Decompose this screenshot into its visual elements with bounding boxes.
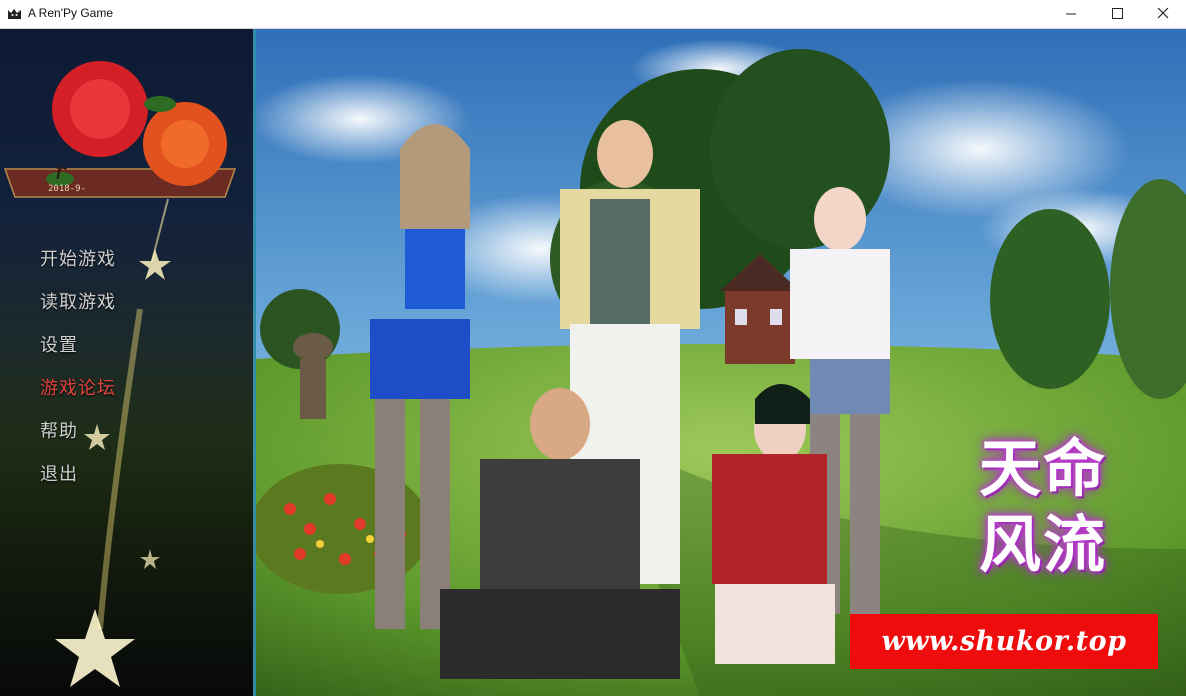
close-icon <box>1157 7 1169 19</box>
svg-text:r: r <box>55 160 67 185</box>
game-title-line2: 风流 <box>978 508 1107 581</box>
maximize-button[interactable] <box>1094 0 1140 28</box>
maximize-icon <box>1112 8 1123 19</box>
window-titlebar: A Ren'Py Game <box>0 0 1186 29</box>
star-streak-icon <box>55 198 171 687</box>
game-title-logo: 天命 风流 <box>958 431 1128 583</box>
game-screen: r 2018-9- 开始游戏 读取游戏 设置 游戏论坛 帮助 退出 天命 风流 … <box>0 29 1186 696</box>
svg-text:2018-9-: 2018-9- <box>48 184 86 194</box>
window-title: A Ren'Py Game <box>28 6 113 20</box>
menu-item-quit[interactable]: 退出 <box>40 460 78 486</box>
menu-item-settings[interactable]: 设置 <box>40 331 78 357</box>
roses-logo-icon: r 2018-9- <box>3 61 237 198</box>
watermark-banner: www.shukor.top <box>850 614 1158 669</box>
close-button[interactable] <box>1140 0 1186 28</box>
game-title-line1: 天命 <box>978 432 1107 505</box>
menu-decoration: r 2018-9- <box>3 61 237 687</box>
renpy-cat-icon <box>8 9 21 19</box>
menu-item-game-forum[interactable]: 游戏论坛 <box>40 374 116 400</box>
menu-item-help[interactable]: 帮助 <box>40 417 78 443</box>
minimize-icon <box>1066 13 1076 15</box>
menu-item-start-game[interactable]: 开始游戏 <box>40 245 116 271</box>
main-menu-panel: r 2018-9- 开始游戏 读取游戏 设置 游戏论坛 帮助 退出 <box>0 29 256 696</box>
minimize-button[interactable] <box>1048 0 1094 28</box>
menu-item-load-game[interactable]: 读取游戏 <box>40 288 116 314</box>
